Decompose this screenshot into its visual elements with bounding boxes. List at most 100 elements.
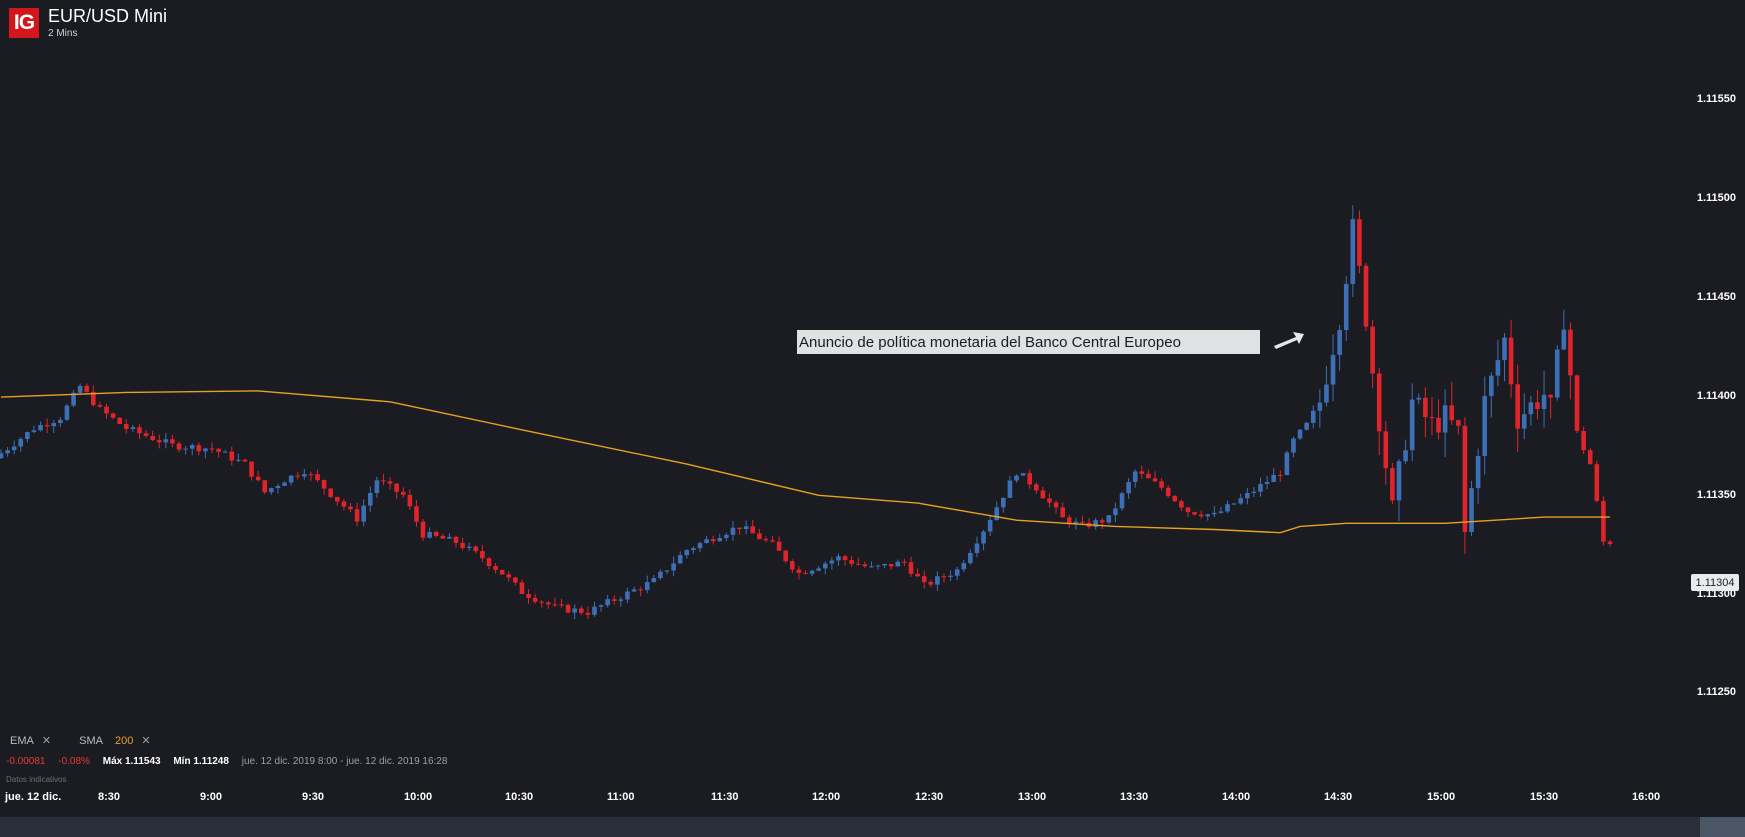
candle [822,563,828,569]
candle [1482,395,1488,457]
candle [51,423,57,427]
candle [302,474,307,477]
candle [255,476,261,481]
candle [816,568,821,571]
candle [546,602,551,605]
navigator-bar[interactable] [0,817,1745,837]
x-tick-label: 15:30 [1530,791,1558,803]
candle [519,582,525,595]
candle [1396,461,1402,501]
candle [803,572,808,574]
candle [1554,349,1560,398]
candle [1225,504,1230,512]
candle [855,563,861,565]
candle [994,507,1000,521]
candle [1198,514,1204,517]
candle [1350,219,1356,284]
x-tick-label: 10:30 [505,791,533,803]
candle [440,535,446,539]
candle [1258,483,1263,492]
candle [480,551,485,559]
candle [367,492,373,506]
candle [1146,473,1151,479]
candle [1317,402,1323,411]
candle [1172,496,1178,502]
remove-sma-icon[interactable]: ✕ [141,735,150,747]
candle [677,555,683,564]
remove-ema-icon[interactable]: ✕ [42,735,51,747]
candle [11,446,17,451]
candle [427,531,432,538]
candle [1502,337,1507,361]
y-tick-label: 1.11350 [1697,489,1736,501]
x-tick-label: 12:00 [812,791,840,803]
candle [770,540,775,542]
candle [1390,468,1395,501]
candle [757,533,762,540]
candle [0,453,4,459]
candle [902,561,907,563]
candle [354,509,360,522]
indicator-ema-label[interactable]: EMA [10,735,34,747]
candle [710,539,716,542]
candle [381,480,386,482]
y-tick-label: 1.11400 [1697,390,1736,402]
navigator-handle[interactable] [1700,817,1745,837]
candle [1357,219,1362,266]
candle [743,526,749,530]
y-tick-label: 1.11450 [1697,291,1736,303]
candle [1548,394,1553,398]
candle [1330,354,1336,385]
candle [849,560,854,564]
indicator-list: EMA ✕ SMA 200 ✕ [10,734,154,747]
candle [1218,511,1224,513]
candle [862,564,868,567]
candle [5,450,10,454]
candle [1014,475,1019,481]
candle [1165,487,1171,497]
x-tick-label: 12:30 [915,791,943,803]
y-tick-label: 1.11250 [1697,686,1736,698]
candle [1337,330,1342,355]
candle [499,569,505,575]
candle [928,581,934,585]
candle [631,589,637,592]
candle [1383,431,1389,469]
candle [750,526,756,534]
candle [908,562,914,574]
candle [513,577,518,583]
candle [691,548,696,551]
candle [578,608,584,613]
candle [915,573,920,577]
candle [1535,402,1540,410]
candle [288,475,294,483]
candle [961,563,967,570]
candle [1449,405,1455,421]
candle [275,485,281,489]
candle [18,438,24,447]
candle [888,563,894,567]
candle [44,425,50,427]
candle [117,417,122,424]
indicator-sma-label[interactable]: SMA [79,735,103,747]
data-note: Datos indicativos [6,775,67,784]
x-tick-label: 13:30 [1120,791,1148,803]
candle [1001,497,1006,508]
candle [25,432,30,439]
x-tick-label: 13:00 [1018,791,1046,803]
candle [460,542,465,548]
candle [664,570,670,572]
price-chart[interactable]: 1.11550 1.11500 1.11450 1.11400 1.11350 1.113… [0,0,1745,837]
x-tick-label: 15:00 [1427,791,1455,803]
candle [895,561,901,567]
candle [31,430,37,433]
candle [717,538,723,542]
candle [1528,402,1534,415]
candle [1212,512,1217,515]
candle [506,574,512,578]
candle [981,531,986,544]
x-tick-label: 8:30 [98,791,120,803]
x-tick-label: 11:00 [607,791,635,803]
candle [1277,474,1283,476]
candle [1047,498,1052,503]
